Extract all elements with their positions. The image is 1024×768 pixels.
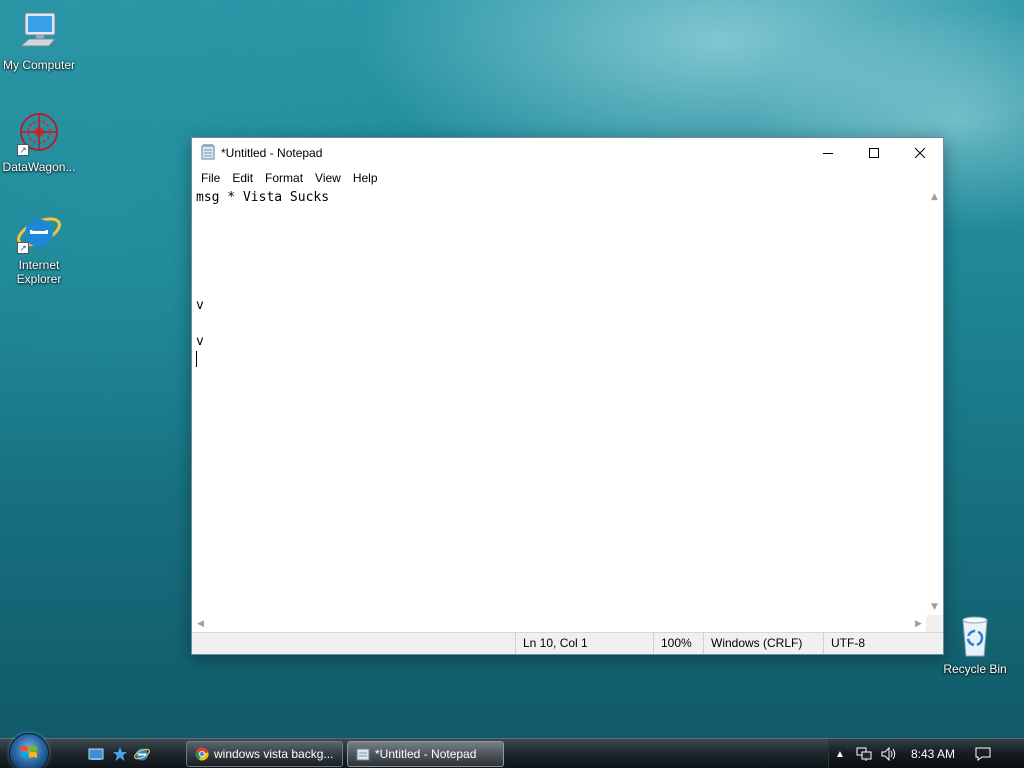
editor-text: msg * Vista Sucks v v [196, 190, 330, 349]
vertical-scrollbar[interactable]: ▲ ▼ [926, 188, 943, 615]
scrollbar-corner [926, 615, 943, 632]
window-title: *Untitled - Notepad [221, 146, 323, 160]
chrome-icon [195, 747, 209, 761]
taskbar-chrome-window[interactable]: windows vista backg... [186, 741, 343, 767]
datawagon-logo-icon: ↗ [15, 110, 63, 158]
network-icon[interactable] [853, 739, 875, 768]
desktop-icon-my-computer[interactable]: My Computer [0, 8, 78, 72]
taskbar: windows vista backg... *Untitled - Notep… [0, 733, 1024, 768]
show-hidden-icons-icon[interactable]: ▲ [833, 739, 847, 768]
maximize-icon [869, 148, 879, 158]
notepad-window[interactable]: *Untitled - Notepad File Edit Format Vie… [191, 137, 944, 655]
text-editor[interactable]: msg * Vista Sucks v v [192, 188, 927, 615]
menu-file[interactable]: File [195, 171, 226, 185]
notepad-icon [356, 747, 370, 761]
notifications-icon[interactable] [971, 739, 995, 768]
taskbar-notepad-window[interactable]: *Untitled - Notepad [347, 741, 504, 767]
show-desktop-icon[interactable] [88, 746, 104, 762]
close-button[interactable] [897, 138, 943, 168]
desktop-icon-label: Internet Explorer [16, 258, 62, 286]
status-line-ending: Windows (CRLF) [703, 633, 823, 654]
status-position: Ln 10, Col 1 [515, 633, 653, 654]
volume-icon[interactable] [879, 739, 899, 768]
menu-view[interactable]: View [309, 171, 347, 185]
desktop-icon-recycle-bin[interactable]: Recycle Bin [936, 612, 1014, 676]
scroll-up-icon[interactable]: ▲ [926, 188, 943, 205]
close-icon [915, 148, 925, 158]
favorites-star-icon[interactable] [112, 746, 128, 762]
minimize-button[interactable] [805, 138, 851, 168]
recycle-bin-icon [951, 612, 999, 660]
desktop-icon-label: Recycle Bin [943, 662, 1007, 676]
desktop-icon-label: My Computer [2, 58, 76, 72]
scroll-down-icon[interactable]: ▼ [926, 598, 943, 615]
start-button[interactable] [9, 733, 49, 768]
status-encoding: UTF-8 [823, 633, 943, 654]
menu-bar: File Edit Format View Help [192, 168, 943, 188]
menu-edit[interactable]: Edit [226, 171, 259, 185]
maximize-button[interactable] [851, 138, 897, 168]
status-bar: Ln 10, Col 1 100% Windows (CRLF) UTF-8 [192, 632, 943, 654]
scroll-right-icon[interactable]: ▶ [910, 615, 927, 632]
system-tray: ▲ 8:43 AM [828, 739, 1024, 768]
windows-logo-icon [21, 746, 37, 758]
desktop-icon-internet-explorer[interactable]: ↗ Internet Explorer [0, 208, 78, 286]
horizontal-scrollbar[interactable]: ◀ ▶ [192, 615, 927, 632]
minimize-icon [823, 153, 833, 154]
status-zoom: 100% [653, 633, 703, 654]
shortcut-arrow-icon: ↗ [17, 242, 29, 254]
menu-help[interactable]: Help [347, 171, 384, 185]
scroll-left-icon[interactable]: ◀ [192, 615, 209, 632]
task-label: windows vista backg... [214, 747, 334, 761]
task-label: *Untitled - Notepad [375, 747, 477, 761]
desktop-icon-datawagon[interactable]: ↗ DataWagon... [0, 110, 78, 174]
notepad-icon [201, 143, 215, 163]
internet-explorer-quicklaunch-icon[interactable] [134, 746, 150, 762]
shortcut-arrow-icon: ↗ [17, 144, 29, 156]
clock[interactable]: 8:43 AM [905, 739, 961, 768]
text-caret [196, 351, 197, 367]
desktop-icon-label: DataWagon... [2, 160, 76, 174]
internet-explorer-icon: ↗ [15, 208, 63, 256]
menu-format[interactable]: Format [259, 171, 309, 185]
computer-icon [15, 8, 63, 56]
title-bar[interactable]: *Untitled - Notepad [192, 138, 943, 168]
